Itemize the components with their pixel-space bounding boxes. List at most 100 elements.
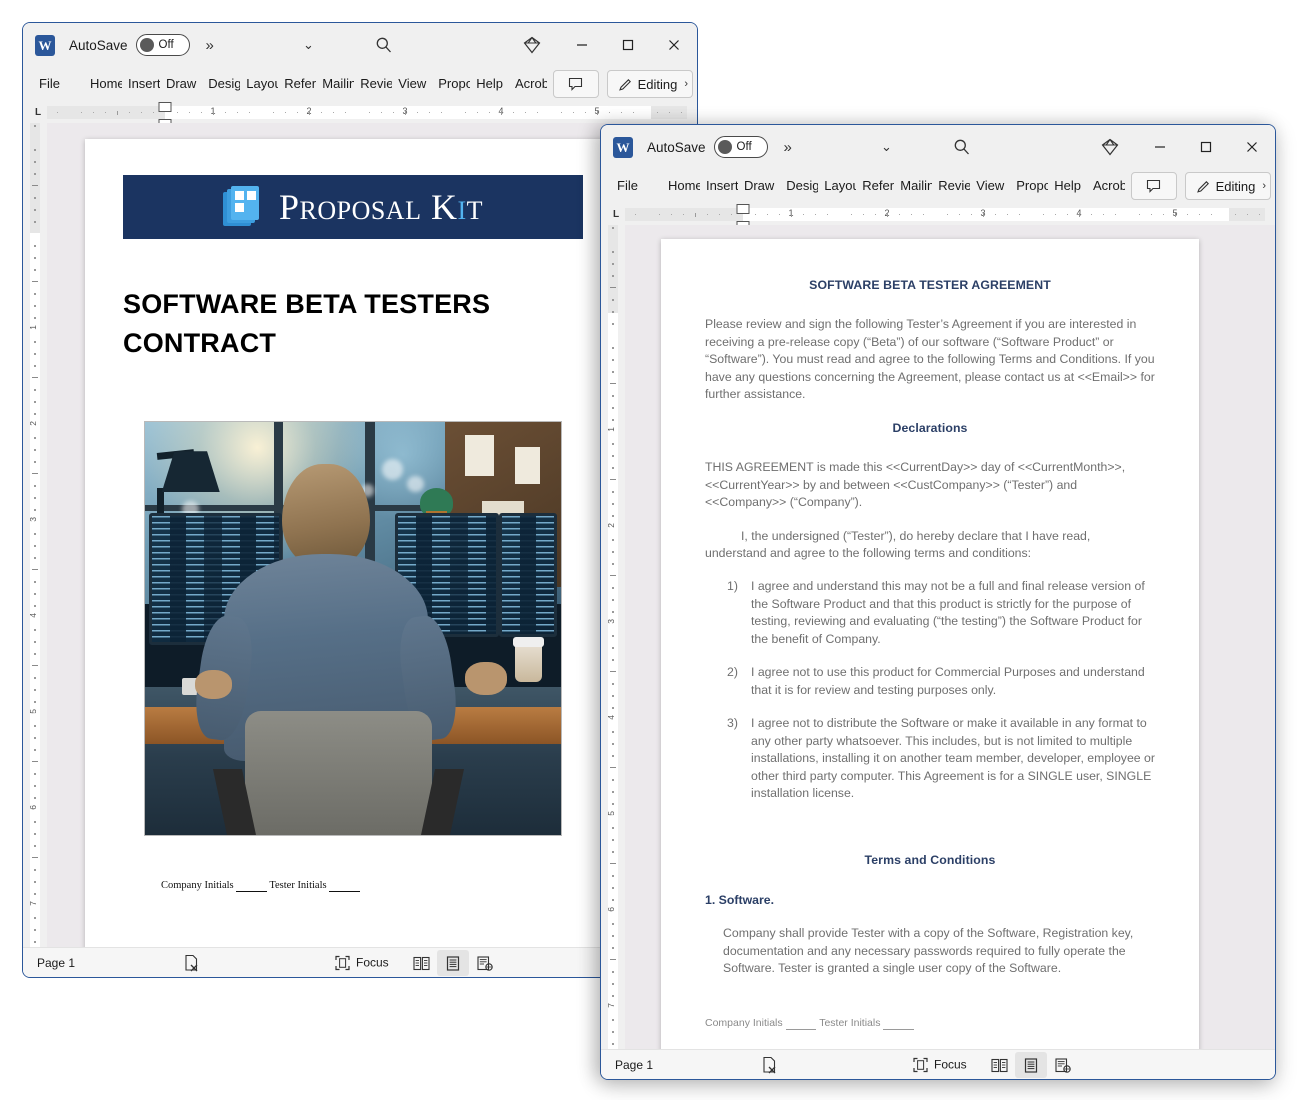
vertical-ruler-number: 3 bbox=[606, 619, 616, 624]
diamond-icon[interactable] bbox=[505, 23, 559, 67]
ribbon-actions-1: Editing › bbox=[552, 70, 693, 98]
tab-proposal-kit[interactable]: Proposal Kit bbox=[1010, 173, 1048, 199]
ruler-track-2[interactable]: 1 2 3 4 5 bbox=[625, 203, 1265, 231]
editing-mode-label: Editing bbox=[637, 76, 678, 92]
tab-acrobat[interactable]: Acrobat bbox=[509, 71, 547, 97]
diamond-icon[interactable] bbox=[1083, 125, 1137, 169]
tab-draw[interactable]: Draw bbox=[160, 71, 202, 97]
tab-view[interactable]: View bbox=[970, 173, 1010, 199]
read-mode-icon[interactable] bbox=[983, 1052, 1015, 1078]
autosave-toggle[interactable]: Off bbox=[135, 34, 190, 56]
vertical-ruler-number: 2 bbox=[606, 523, 616, 528]
horizontal-ruler-2[interactable]: L 1 2 3 4 5 bbox=[601, 203, 1275, 231]
focus-button[interactable]: Focus bbox=[335, 955, 389, 970]
chevron-right-icon[interactable]: › bbox=[1262, 180, 1266, 192]
focus-button[interactable]: Focus bbox=[913, 1057, 967, 1072]
search-icon[interactable] bbox=[953, 138, 971, 156]
word-window-2[interactable]: W AutoSave Off » ⌄ File Home Insert Draw… bbox=[600, 124, 1276, 1080]
agreement-title: SOFTWARE BETA TESTER AGREEMENT bbox=[809, 278, 1051, 292]
tab-layout[interactable]: Layout bbox=[240, 71, 278, 97]
document-page-2[interactable]: SOFTWARE BETA TESTER AGREEMENT Please re… bbox=[661, 239, 1199, 1049]
close-icon[interactable] bbox=[1229, 125, 1275, 169]
web-layout-icon[interactable] bbox=[469, 950, 501, 976]
tab-review[interactable]: Review bbox=[354, 71, 392, 97]
first-line-indent-marker[interactable] bbox=[158, 101, 172, 112]
word-icon: W bbox=[613, 136, 633, 158]
chevron-right-icon[interactable]: › bbox=[684, 78, 688, 90]
minimize-icon[interactable] bbox=[1137, 125, 1183, 169]
tab-references[interactable]: References bbox=[278, 71, 316, 97]
close-icon[interactable] bbox=[651, 23, 697, 67]
editing-mode-label: Editing bbox=[1215, 178, 1256, 194]
web-layout-icon[interactable] bbox=[1047, 1052, 1079, 1078]
proofing-errors-icon[interactable] bbox=[761, 1056, 779, 1074]
tab-review[interactable]: Review bbox=[932, 173, 970, 199]
tab-stop-selector[interactable]: L bbox=[29, 107, 47, 118]
chevron-down-icon[interactable]: ⌄ bbox=[881, 139, 892, 155]
footer-tester-initials-blank[interactable] bbox=[329, 880, 360, 893]
ruler-track-1[interactable]: 1 2 3 4 5 bbox=[47, 101, 687, 129]
tab-home[interactable]: Home bbox=[662, 173, 700, 199]
footer-company-initials-label: Company Initials bbox=[161, 880, 234, 892]
tab-mailings[interactable]: Mailings bbox=[316, 71, 354, 97]
declarations-paragraph-1: THIS AGREEMENT is made this <<CurrentDay… bbox=[705, 460, 1126, 510]
tab-design[interactable]: Design bbox=[202, 71, 240, 97]
read-mode-icon[interactable] bbox=[405, 950, 437, 976]
print-layout-icon[interactable] bbox=[1015, 1052, 1047, 1078]
document-page-1[interactable]: PROPOSAL KIT SOFTWARE BETA TESTERS CONTR… bbox=[85, 139, 621, 947]
tab-stop-selector[interactable]: L bbox=[607, 209, 625, 220]
tab-acrobat[interactable]: Acrobat bbox=[1087, 173, 1125, 199]
tab-proposal-kit[interactable]: Proposal Kit bbox=[432, 71, 470, 97]
proofing-errors-icon[interactable] bbox=[183, 954, 201, 972]
chevron-down-icon[interactable]: ⌄ bbox=[303, 37, 314, 53]
tab-home[interactable]: Home bbox=[84, 71, 122, 97]
right-indent-marker[interactable] bbox=[1215, 211, 1225, 220]
tab-insert[interactable]: Insert bbox=[700, 173, 738, 199]
ribbon-tabs-window-1: File Home Insert Draw Design Layout Refe… bbox=[23, 67, 697, 101]
tab-insert[interactable]: Insert bbox=[122, 71, 160, 97]
vertical-ruler-2[interactable]: 1 2 3 4 5 6 7 bbox=[601, 225, 625, 1049]
footer-company-initials-blank[interactable] bbox=[236, 880, 267, 893]
page-indicator[interactable]: Page 1 bbox=[615, 1058, 653, 1072]
tab-mailings[interactable]: Mailings bbox=[894, 173, 932, 199]
tab-design[interactable]: Design bbox=[780, 173, 818, 199]
horizontal-ruler-1[interactable]: L 1 2 3 4 5 bbox=[23, 101, 697, 129]
vertical-ruler-number: 4 bbox=[28, 613, 38, 618]
tab-help[interactable]: Help bbox=[1048, 173, 1087, 199]
chevron-double-right-icon[interactable]: » bbox=[206, 37, 214, 54]
developer-photo[interactable] bbox=[144, 421, 562, 837]
tab-draw[interactable]: Draw bbox=[738, 173, 780, 199]
tab-help[interactable]: Help bbox=[470, 71, 509, 97]
document-body-2[interactable]: SOFTWARE BETA TESTER AGREEMENT Please re… bbox=[661, 239, 1199, 1031]
print-layout-icon[interactable] bbox=[437, 950, 469, 976]
tab-references[interactable]: References bbox=[856, 173, 894, 199]
footer-company-initials-blank[interactable] bbox=[785, 1016, 817, 1030]
maximize-icon[interactable] bbox=[605, 23, 651, 67]
comments-button[interactable] bbox=[552, 70, 599, 98]
tab-file[interactable]: File bbox=[615, 173, 648, 199]
autosave-toggle-knob bbox=[139, 38, 154, 52]
tab-view[interactable]: View bbox=[392, 71, 432, 97]
comments-button[interactable] bbox=[1130, 172, 1177, 200]
right-indent-marker[interactable] bbox=[637, 109, 647, 118]
vertical-ruler-1[interactable]: 1 2 3 4 5 6 7 bbox=[23, 123, 47, 947]
list-item: I agree not to use this product for Comm… bbox=[727, 664, 1145, 697]
search-icon[interactable] bbox=[375, 36, 393, 54]
chevron-double-right-icon[interactable]: » bbox=[784, 139, 792, 156]
autosave-toggle[interactable]: Off bbox=[713, 136, 768, 158]
vertical-ruler-number: 5 bbox=[606, 811, 616, 816]
minimize-icon[interactable] bbox=[559, 23, 605, 67]
comment-icon bbox=[568, 77, 583, 91]
tab-file[interactable]: File bbox=[37, 71, 70, 97]
editing-mode-button[interactable]: Editing › bbox=[1184, 172, 1271, 200]
first-line-indent-marker[interactable] bbox=[736, 203, 750, 214]
ruler-margin-left bbox=[625, 207, 743, 221]
editing-mode-button[interactable]: Editing › bbox=[606, 70, 693, 98]
footer-tester-initials-blank[interactable] bbox=[883, 1016, 915, 1030]
footer-tester-initials-label: Tester Initials bbox=[269, 880, 327, 892]
word-window-1[interactable]: W AutoSave Off » ⌄ File Home Insert Draw… bbox=[22, 22, 698, 978]
tab-layout[interactable]: Layout bbox=[818, 173, 856, 199]
page-indicator[interactable]: Page 1 bbox=[37, 956, 75, 970]
maximize-icon[interactable] bbox=[1183, 125, 1229, 169]
footer-tester-initials-label: Tester Initials bbox=[819, 1016, 881, 1029]
